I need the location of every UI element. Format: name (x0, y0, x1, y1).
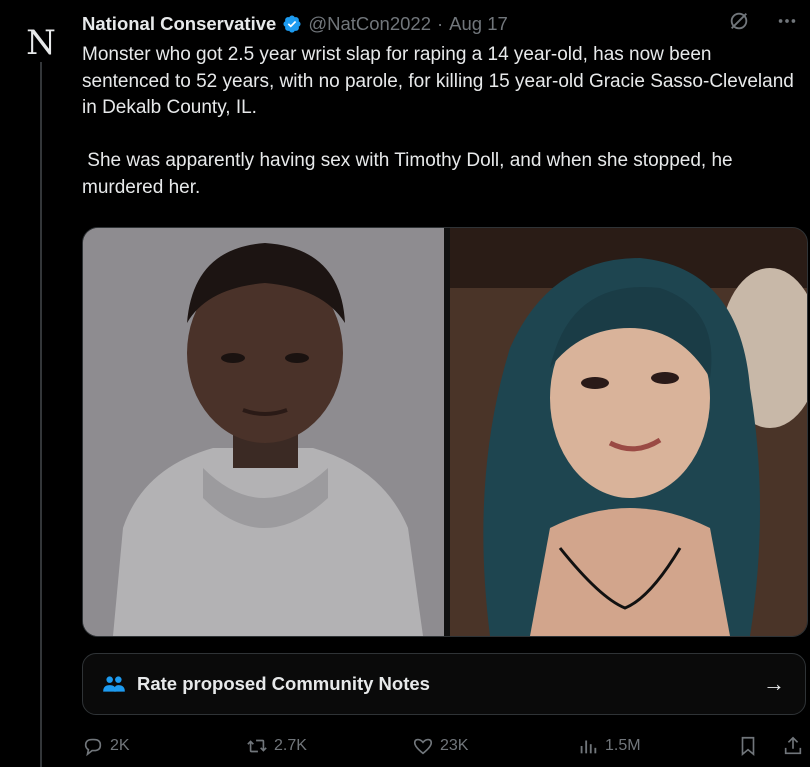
bookmark-button[interactable] (737, 735, 759, 757)
mugshot-photo[interactable] (83, 228, 444, 636)
views-icon (580, 740, 597, 754)
repost-count: 2.7K (274, 737, 307, 754)
bookmark-icon (741, 736, 755, 757)
heart-icon (413, 738, 433, 755)
repost-icon (247, 739, 267, 753)
post-date[interactable]: Aug 17 (449, 13, 508, 35)
reply-count: 2K (110, 737, 130, 754)
post-text: Monster who got 2.5 year wrist slap for … (82, 44, 794, 198)
header-actions (728, 10, 798, 32)
more-icon[interactable] (776, 10, 798, 32)
reply-icon (84, 738, 102, 757)
community-notes-bar[interactable]: Rate proposed Community Notes → (82, 653, 806, 715)
views-button[interactable]: 1.5M (577, 735, 641, 757)
author-name[interactable]: National Conservative (82, 13, 276, 35)
grok-icon[interactable] (728, 10, 750, 32)
post-header: National Conservative @NatCon2022 · Aug … (82, 11, 508, 37)
reply-button[interactable]: 2K (82, 735, 130, 757)
like-button[interactable]: 23K (412, 735, 468, 757)
separator-dot: · (437, 13, 444, 34)
post-media[interactable] (82, 227, 808, 637)
share-button[interactable] (782, 735, 804, 757)
verified-badge-icon (283, 15, 301, 33)
community-notes-label: Rate proposed Community Notes (137, 673, 430, 694)
avatar[interactable]: N (20, 22, 62, 64)
action-bar: 2K 2.7K 23K 1.5M (82, 733, 806, 759)
repost-button[interactable]: 2.7K (246, 735, 307, 757)
author-handle[interactable]: @NatCon2022 (308, 13, 431, 35)
avatar-glyph: N (26, 23, 56, 63)
like-count: 23K (440, 737, 469, 754)
share-icon (784, 736, 802, 755)
victim-photo[interactable] (450, 228, 807, 636)
thread-line (40, 62, 42, 767)
views-count: 1.5M (605, 737, 641, 754)
arrow-right-icon: → (763, 671, 785, 696)
community-notes-icon (103, 676, 125, 692)
